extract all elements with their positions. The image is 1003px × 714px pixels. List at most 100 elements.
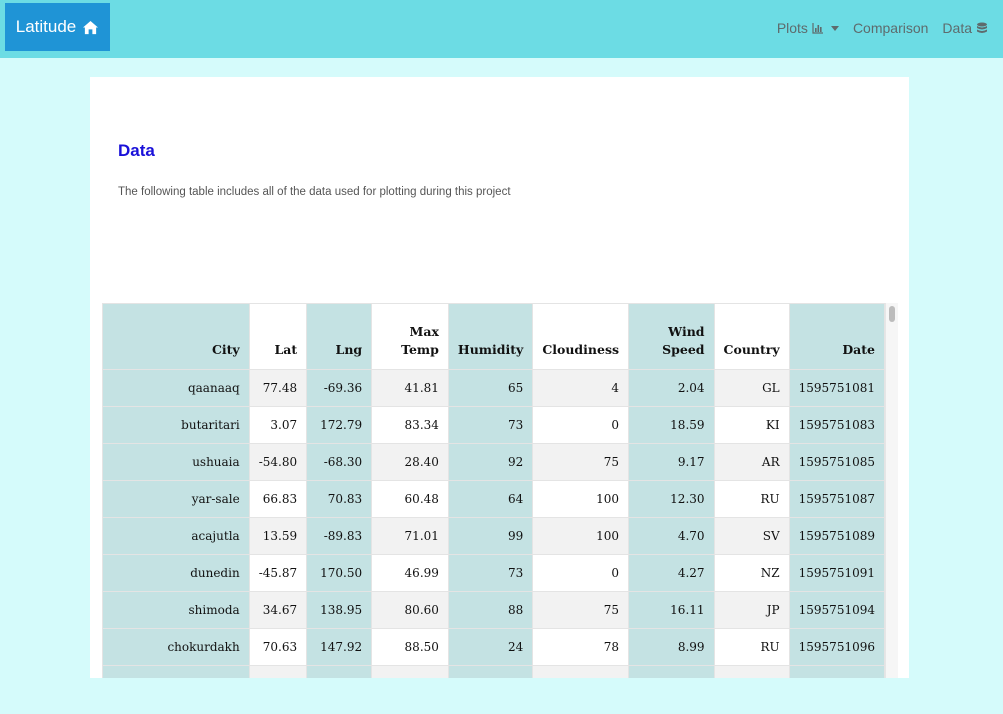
header-lng[interactable]: Lng <box>306 303 373 370</box>
cell-city: qaanaaq <box>102 369 250 407</box>
cell-max-temp: 51.80 <box>371 665 449 678</box>
header-humidity[interactable]: Humidity <box>447 303 534 370</box>
cell-humidity: 65 <box>447 369 534 407</box>
cell-humidity: 24 <box>447 628 534 666</box>
cell-city: ushuaia <box>102 443 250 481</box>
cell-country: SV <box>713 517 790 555</box>
cell-max-temp: 71.01 <box>371 517 449 555</box>
nav-plots-label: Plots <box>776 20 808 36</box>
cell-lng: 138.95 <box>306 591 373 629</box>
nav-comparison[interactable]: Comparison <box>853 20 928 36</box>
table-row: nome64.50-165.4151.8071906.93US159575102… <box>102 665 885 678</box>
cell-cloudiness: 4 <box>532 369 630 407</box>
table-header-row: City Lat Lng Max Temp Humidity Cloudines… <box>102 303 885 370</box>
cell-cloudiness: 75 <box>532 443 630 481</box>
cell-max-temp: 28.40 <box>371 443 449 481</box>
cell-cloudiness: 100 <box>532 480 630 518</box>
cell-city: nome <box>102 665 250 678</box>
nav-plots-dropdown[interactable]: Plots <box>777 20 839 36</box>
cell-humidity: 92 <box>447 443 534 481</box>
cell-humidity: 73 <box>447 554 534 592</box>
cell-city: acajutla <box>102 517 250 555</box>
cell-max-temp: 88.50 <box>371 628 449 666</box>
cell-cloudiness: 90 <box>532 665 630 678</box>
cell-humidity: 73 <box>447 406 534 444</box>
cell-cloudiness: 75 <box>532 591 630 629</box>
cell-city: butaritari <box>102 406 250 444</box>
cell-date: 1595751087 <box>788 480 885 518</box>
cell-country: US <box>713 665 790 678</box>
cell-country: RU <box>713 480 790 518</box>
cell-max-temp: 80.60 <box>371 591 449 629</box>
cell-wind-speed: 18.59 <box>628 406 715 444</box>
table-body: qaanaaq 77.48 -69.36 41.81 65 4 2.04 GL 15957510… <box>102 369 885 678</box>
cell-wind-speed: 2.04 <box>628 369 715 407</box>
cell-country: AR <box>713 443 790 481</box>
table-row: dunedin -45.87 170.50 46.99 73 0 4.27 NZ 1595751… <box>102 554 885 592</box>
cell-date: 1595751025 <box>788 665 885 678</box>
cell-max-temp: 60.48 <box>371 480 449 518</box>
cell-city: yar-sale <box>102 480 250 518</box>
cell-lat: 34.67 <box>248 591 308 629</box>
nav-data-label: Data <box>942 20 972 36</box>
cell-humidity: 88 <box>447 591 534 629</box>
cell-lng: -68.30 <box>306 443 373 481</box>
brand-link[interactable]: Latitude <box>5 3 110 51</box>
cell-cloudiness: 78 <box>532 628 630 666</box>
cell-city: chokurdakh <box>102 628 250 666</box>
header-max-temp[interactable]: Max Temp <box>371 303 449 370</box>
cell-lng: -165.41 <box>306 665 373 678</box>
header-date[interactable]: Date <box>788 303 885 370</box>
table-row: butaritari 3.07 172.79 83.34 73 0 18.59 KI 15957… <box>102 406 885 444</box>
table-scrollbar[interactable] <box>885 303 898 678</box>
table-row: yar-sale 66.83 70.83 60.48 64 100 12.30 RU 15957… <box>102 480 885 518</box>
cell-lat: 64.50 <box>248 665 308 678</box>
cell-date: 1595751094 <box>788 591 885 629</box>
cell-wind-speed: 4.70 <box>628 517 715 555</box>
nav-comparison-label: Comparison <box>852 20 929 36</box>
cell-cloudiness: 0 <box>532 406 630 444</box>
cell-date: 1595751096 <box>788 628 885 666</box>
header-city[interactable]: City <box>102 303 250 370</box>
scrollbar-thumb[interactable] <box>889 306 895 322</box>
cell-lat: 13.59 <box>248 517 308 555</box>
cell-wind-speed: 6.93 <box>628 665 715 678</box>
brand-label: Latitude <box>15 17 77 36</box>
nav-links: Plots Comparison Data <box>777 0 988 56</box>
cell-wind-speed: 12.30 <box>628 480 715 518</box>
database-icon <box>977 22 987 33</box>
cell-lat: -54.80 <box>248 443 308 481</box>
data-table-container[interactable]: City Lat Lng Max Temp Humidity Cloudines… <box>102 303 885 678</box>
cell-wind-speed: 4.27 <box>628 554 715 592</box>
nav-data[interactable]: Data <box>942 20 988 36</box>
cell-country: GL <box>713 369 790 407</box>
cell-max-temp: 83.34 <box>371 406 449 444</box>
cell-lat: 3.07 <box>248 406 308 444</box>
table-row: chokurdakh 70.63 147.92 88.50 24 78 8.99 RU 1595… <box>102 628 885 666</box>
table-row: qaanaaq 77.48 -69.36 41.81 65 4 2.04 GL 15957510… <box>102 369 885 407</box>
header-lat[interactable]: Lat <box>248 303 308 370</box>
cell-lng: 70.83 <box>306 480 373 518</box>
navbar: Latitude Plots Comparison Data <box>0 0 1003 58</box>
cell-date: 1595751089 <box>788 517 885 555</box>
header-country[interactable]: Country <box>713 303 790 370</box>
cell-date: 1595751081 <box>788 369 885 407</box>
cell-max-temp: 46.99 <box>371 554 449 592</box>
cell-date: 1595751091 <box>788 554 885 592</box>
table-row: ushuaia -54.80 -68.30 28.40 92 75 9.17 AR 159575… <box>102 443 885 481</box>
cell-country: NZ <box>713 554 790 592</box>
header-wind-speed[interactable]: Wind Speed <box>628 303 715 370</box>
header-cloudiness[interactable]: Cloudiness <box>532 303 630 370</box>
cell-lat: 70.63 <box>248 628 308 666</box>
page-description: The following table includes all of the … <box>118 186 511 198</box>
cell-wind-speed: 16.11 <box>628 591 715 629</box>
cell-cloudiness: 0 <box>532 554 630 592</box>
content-card: Data The following table includes all of… <box>90 77 909 678</box>
chevron-down-icon <box>830 25 839 31</box>
home-icon <box>83 20 99 34</box>
cell-city: dunedin <box>102 554 250 592</box>
cell-cloudiness: 100 <box>532 517 630 555</box>
cell-country: KI <box>713 406 790 444</box>
data-table: City Lat Lng Max Temp Humidity Cloudines… <box>102 303 885 678</box>
cell-city: shimoda <box>102 591 250 629</box>
